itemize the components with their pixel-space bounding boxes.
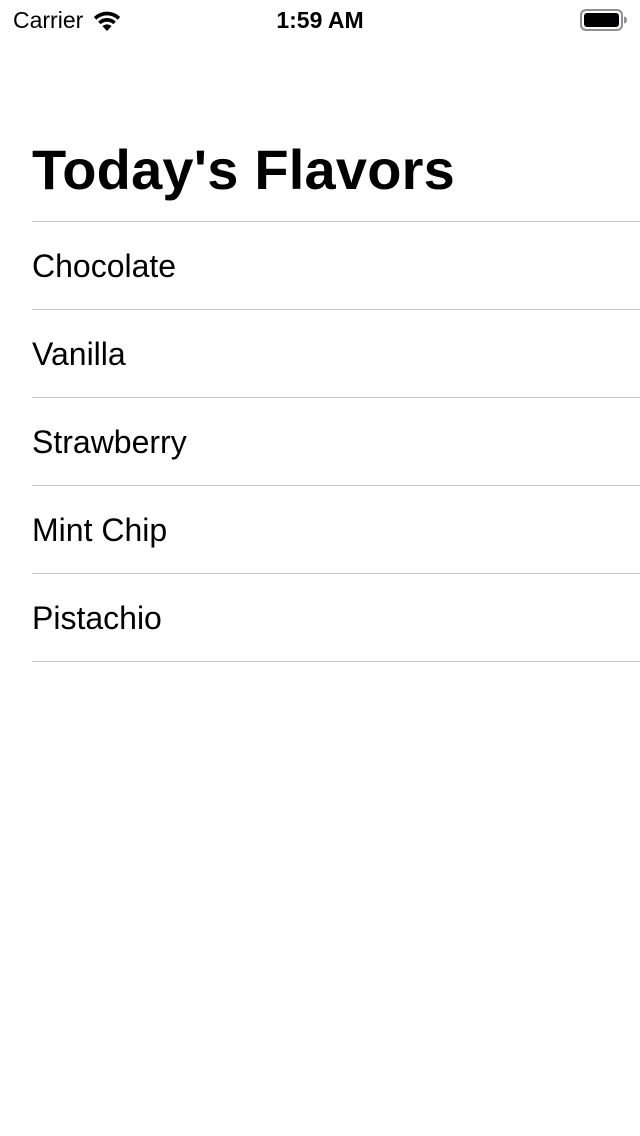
flavor-list: Chocolate Vanilla Strawberry Mint Chip P… [32,221,640,662]
battery-full-icon [580,9,628,31]
list-item-pistachio[interactable]: Pistachio [32,574,640,662]
page-title: Today's Flavors [32,138,455,201]
list-item-vanilla[interactable]: Vanilla [32,310,640,398]
list-item-label: Chocolate [32,247,177,284]
list-item-label: Pistachio [32,599,162,636]
list-item-chocolate[interactable]: Chocolate [32,222,640,310]
list-item-label: Vanilla [32,335,126,372]
list-item-label: Mint Chip [32,511,168,548]
status-bar: Carrier 1:59 AM [0,0,640,40]
status-time: 1:59 AM [276,7,364,33]
list-item-mint-chip[interactable]: Mint Chip [32,486,640,574]
list-item-strawberry[interactable]: Strawberry [32,398,640,486]
list-item-label: Strawberry [32,423,187,460]
